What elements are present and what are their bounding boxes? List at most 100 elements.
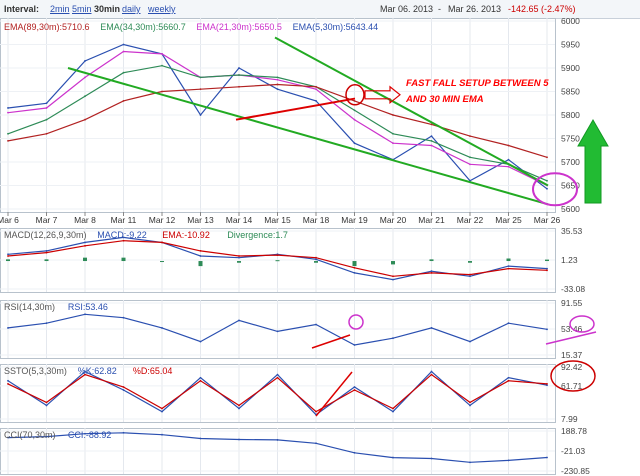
macd-series-point: [315, 256, 317, 259]
price-legend-entry: EMA(5,30m):5643.44: [293, 22, 379, 32]
macd-series-point: [392, 278, 394, 281]
ssto-series-point: [353, 386, 356, 388]
price-series-point: [392, 142, 394, 145]
rsi-y-tick-label: 15.37: [561, 350, 583, 360]
price-series-point: [276, 83, 279, 86]
ssto-series-point: [199, 379, 202, 382]
price-series-point: [315, 85, 317, 88]
ssto-series-point: [7, 382, 9, 385]
ssto-series-point: [45, 404, 48, 407]
cci-series-point: [546, 456, 548, 459]
price-change: -142.65 (-2.47%): [508, 4, 576, 14]
x-tick-label: Mar 20: [380, 215, 407, 225]
price-legend-entry: EMA(21,30m):5650.5: [196, 22, 282, 32]
ssto-y-tick-label: 7.99: [561, 414, 578, 424]
interval-30min-label[interactable]: 30min: [94, 4, 120, 14]
price-series-point: [161, 53, 163, 55]
macd-y-tick-label: -33.08: [561, 284, 585, 294]
price-series-point: [315, 88, 317, 91]
macd-series-point: [199, 255, 202, 257]
cci-y-tick-label: -21.03: [561, 446, 585, 456]
macd-divergence-bar: [6, 259, 10, 262]
macd-series-point: [315, 258, 317, 261]
ssto-series-point: [392, 407, 394, 410]
ssto-series-point: [507, 376, 510, 379]
cci-series-point: [430, 457, 433, 460]
ssto-series-point: [430, 370, 433, 373]
rsi-series-point: [161, 327, 163, 329]
macd-title: MACD(12,26,9,30m): [4, 230, 87, 240]
macd-series-point: [7, 253, 9, 256]
x-tick-label: Mar 12: [149, 215, 176, 225]
price-series-point: [392, 132, 394, 135]
rsi-series-point: [122, 316, 125, 319]
rsi-series-point: [84, 313, 86, 316]
price-series-point: [7, 107, 9, 109]
rsi-series-point: [199, 340, 202, 343]
macd-series-point: [161, 241, 163, 244]
price-series-point: [430, 139, 433, 142]
rsi-series-point: [430, 327, 433, 329]
price-y-tick-label: 5800: [561, 110, 580, 120]
rsi-series-point: [238, 319, 240, 322]
trendline-red: [235, 97, 356, 121]
price-series-point: [469, 156, 471, 159]
cci-series-point: [199, 437, 202, 440]
x-tick-label: Mar 11: [111, 215, 137, 225]
ssto-series-point: [199, 376, 202, 379]
price-series-point: [546, 156, 548, 159]
macd-series-point: [469, 275, 471, 278]
price-series-point: [122, 43, 125, 46]
rsi-series-point: [7, 327, 9, 329]
chart-canvas: Mar 6 Mar 7 Mar 8 Mar 11 Mar 12 Mar 13 Mar 14 M…: [0, 18, 609, 476]
macd-series-point: [7, 255, 9, 257]
macd-divergence-bar: [275, 260, 280, 262]
price-y-tick-label: 5900: [561, 63, 580, 73]
macd-series-point: [353, 266, 356, 269]
macd-divergence-bar: [545, 259, 549, 262]
price-series-point: [353, 118, 356, 121]
price-series-point: [276, 88, 279, 91]
ssto-series-point: [276, 376, 279, 379]
price-series-point: [7, 139, 9, 142]
interval-label: Interval:: [4, 4, 40, 14]
ssto-series-point: [353, 389, 356, 391]
price-series-point: [392, 114, 394, 116]
macd-divergence-bar: [429, 259, 434, 262]
cci-series-point: [238, 438, 240, 441]
ssto-series-point: [546, 382, 548, 385]
ssto-series-point: [45, 401, 48, 404]
rsi-y-tick-label: 91.55: [561, 298, 583, 308]
macd-series-point: [392, 275, 394, 278]
interval-weekly-link[interactable]: weekly: [148, 4, 176, 14]
interval-5min-link[interactable]: 5min: [72, 4, 92, 14]
price-series-point: [45, 102, 48, 105]
rsi-series-point: [507, 322, 510, 325]
macd-divergence-bar: [44, 259, 49, 262]
macd-divergence-bar: [121, 257, 126, 262]
price-series-point: [45, 132, 48, 135]
price-legend-entry: EMA(34,30m):5660.7: [100, 22, 186, 32]
annotation-text: FAST FALL SETUP BETWEEN 5: [406, 78, 549, 89]
ssto-series-point: [430, 373, 433, 376]
macd-legend-entry: MACD:-9.22: [97, 230, 147, 240]
x-tick-label: Mar 19: [341, 215, 368, 225]
chart-screenshot: Interval: 2min 5min 30min daily weekly M…: [0, 0, 640, 476]
price-series-point: [546, 187, 548, 190]
price-legend-entry: EMA(89,30m):5710.6: [4, 22, 90, 32]
interval-daily-link[interactable]: daily: [122, 4, 141, 14]
cci-series-point: [353, 451, 356, 454]
up-arrow-icon: [577, 118, 609, 204]
rsi-series-point: [276, 330, 279, 333]
ssto-series-point: [469, 404, 471, 407]
price-series-point: [238, 74, 240, 76]
macd-series-point: [546, 267, 548, 270]
macd-series-point: [45, 249, 48, 252]
rsi-series-point: [469, 340, 471, 343]
macd-divergence-bar: [83, 257, 87, 262]
price-series-point: [84, 118, 86, 121]
interval-2min-link[interactable]: 2min: [50, 4, 70, 14]
macd-series-point: [45, 251, 48, 254]
cci-title: CCI(70,30m): [4, 430, 56, 440]
price-series-point: [507, 144, 510, 147]
